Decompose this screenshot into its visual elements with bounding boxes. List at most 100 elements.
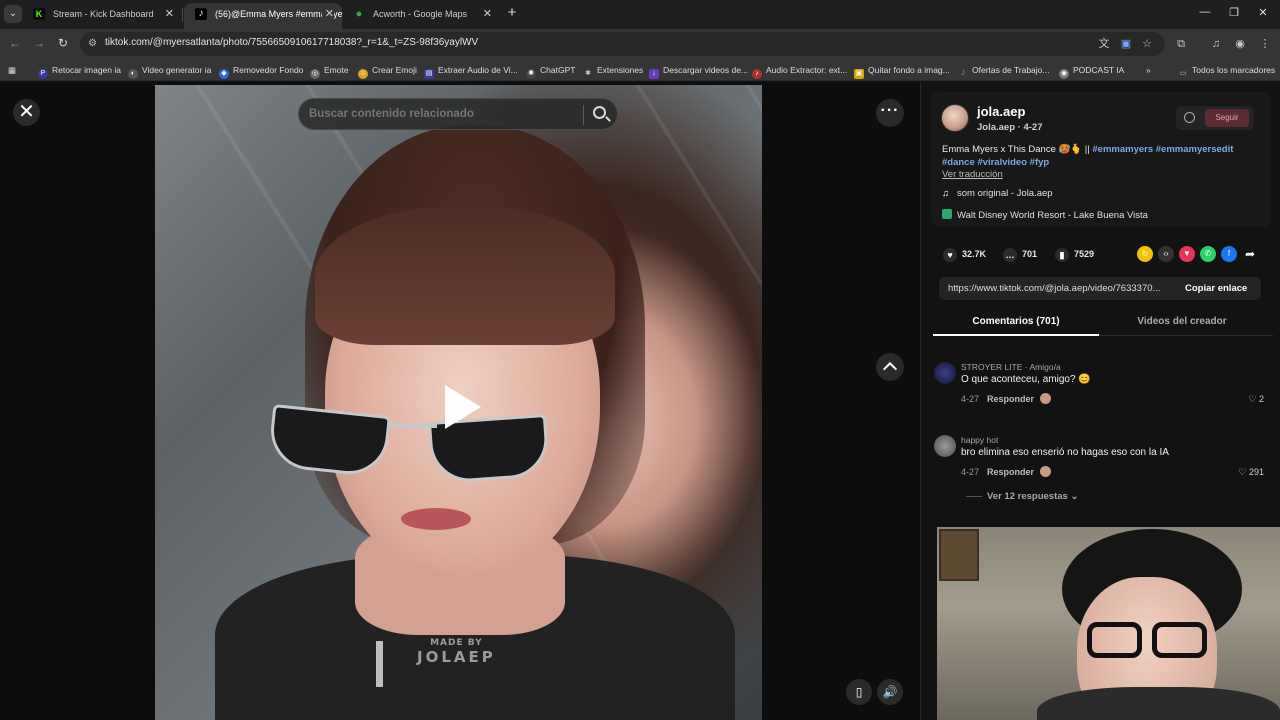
close-window-icon[interactable]: ✕ — [1255, 6, 1271, 19]
address-bar[interactable]: ⚙ tiktok.com/@myersatlanta/photo/7556650… — [80, 32, 1165, 56]
back-arrow-icon[interactable]: ← — [7, 36, 23, 50]
comment-like-button[interactable]: ♡ 291 — [1238, 467, 1264, 478]
commenter-name[interactable]: STROYER LITE · Amigo/a — [961, 362, 1061, 372]
tab-search-menu-button[interactable]: ⌄ — [4, 5, 22, 23]
bookmark-item[interactable]: J Ofertas de Trabajo... — [958, 64, 1049, 79]
see-translation-link[interactable]: Ver traducción — [942, 169, 1003, 180]
reload-icon[interactable]: ↻ — [55, 36, 71, 50]
bookmark-item[interactable]: ♪ Audio Extractor: ext... — [752, 64, 847, 79]
bookmark-item[interactable]: ▤ Extraer Audio de Vi... — [424, 64, 518, 79]
copy-link-button[interactable]: Copiar enlace — [1185, 283, 1247, 294]
bookmark-item[interactable]: P Retocar imagen ia — [38, 64, 121, 79]
bookmark-item[interactable]: ◐ Video generator ia — [128, 64, 211, 79]
commenter-avatar[interactable] — [934, 362, 956, 384]
reply-button[interactable]: Responder — [987, 467, 1034, 477]
panel-tabs: Comentarios (701) Videos del creador — [933, 310, 1273, 336]
minimize-window-icon[interactable]: — — [1197, 6, 1213, 18]
apps-grid-icon[interactable]: ▦ — [8, 64, 16, 76]
bookmark-label: Emote — [324, 65, 349, 75]
reply-button[interactable]: Responder — [987, 394, 1034, 404]
tab-creator-videos[interactable]: Videos del creador — [1099, 316, 1265, 327]
previous-post-chevron-up-icon[interactable] — [876, 353, 904, 381]
close-tab-icon[interactable]: ✕ — [483, 3, 492, 25]
bookmark-item[interactable]: ✱ Extensiones — [583, 64, 643, 79]
comment-like-button[interactable]: ♡ 2 — [1248, 394, 1264, 405]
bookmark-label: PODCAST IA — [1073, 65, 1125, 75]
profile-icon[interactable]: ◉ — [1233, 37, 1247, 51]
extensions-icon[interactable]: ⧉ — [1174, 37, 1188, 51]
search-input[interactable] — [309, 108, 574, 120]
watermark-bottom-text: JOLAEP — [417, 648, 496, 666]
sunglasses-bridge — [387, 423, 437, 428]
comment-text: O que aconteceu, amigo? 😊 — [961, 374, 1091, 385]
mini-player-icon[interactable]: ▯ — [846, 679, 872, 705]
author-subline: Jola.aep · 4-27 — [977, 122, 1043, 133]
media-control-icon[interactable]: ♫ — [1209, 37, 1223, 51]
bookmark-star-icon[interactable]: ☆ — [1140, 37, 1154, 51]
bookmark-item[interactable]: ↓ Descargar videos de... — [649, 64, 748, 79]
url-text[interactable]: tiktok.com/@myersatlanta/photo/755665091… — [105, 37, 478, 48]
search-icon[interactable] — [593, 106, 606, 119]
bookmark-item[interactable]: ◉ PODCAST IA — [1059, 64, 1124, 79]
new-tab-button[interactable]: + — [504, 4, 520, 21]
related-search-bar[interactable] — [298, 98, 618, 130]
send-icon[interactable]: ▼ — [1179, 246, 1195, 262]
bookmark-label: Video generator ia — [142, 65, 212, 75]
view-replies-button[interactable]: Ver 12 respuestas ⌄ — [966, 491, 1078, 502]
share-link-box: https://www.tiktok.com/@jola.aep/video/7… — [939, 277, 1261, 300]
tab-comments[interactable]: Comentarios (701) — [933, 316, 1099, 327]
hashtag-link[interactable]: #dance #viralvideo #fyp — [942, 157, 1049, 168]
author-username[interactable]: jola.aep — [977, 104, 1025, 119]
volume-icon[interactable]: 🔊 — [877, 679, 903, 705]
comment-stat[interactable]: … 701 — [1003, 246, 1037, 262]
bookmark-item[interactable]: ◎ Emote — [310, 64, 349, 79]
bookmark-item[interactable]: ✺ ChatGPT — [526, 64, 575, 79]
bookmark-item[interactable]: ◆ Removedor Fondo — [219, 64, 303, 79]
share-link-url[interactable]: https://www.tiktok.com/@jola.aep/video/7… — [948, 283, 1173, 294]
music-link[interactable]: ♫ som original - Jola.aep — [942, 188, 1053, 199]
browser-tab-tiktok[interactable]: ♪ (56)@Emma Myers #emmamye ✕ — [184, 3, 342, 29]
cast-icon[interactable]: ▣ — [1119, 37, 1133, 51]
author-avatar[interactable] — [941, 104, 969, 132]
watermark-bar — [376, 641, 383, 687]
post-photo[interactable]: MADE BY JOLAEP — [155, 85, 762, 720]
repost-icon[interactable]: ↻ — [1137, 246, 1153, 262]
embed-code-icon[interactable]: ‹› — [1158, 246, 1174, 262]
bookmark-favicon-icon: ◉ — [1059, 69, 1069, 79]
location-link[interactable]: Walt Disney World Resort - Lake Buena Vi… — [942, 209, 1148, 221]
share-arrow-icon[interactable]: ➦ — [1242, 246, 1258, 262]
more-bookmarks-chevron-icon[interactable]: » — [1146, 64, 1151, 76]
bookmark-icon: ▮ — [1055, 247, 1069, 262]
facebook-icon[interactable]: f — [1221, 246, 1237, 262]
bookmark-item[interactable]: ☺ Crear Emoji — [358, 64, 417, 79]
bookmark-favicon-icon: J — [961, 70, 965, 77]
play-icon[interactable] — [445, 385, 481, 429]
restore-window-icon[interactable]: ❐ — [1226, 6, 1242, 19]
compass-icon[interactable] — [1184, 112, 1195, 123]
translate-icon[interactable]: 文 — [1097, 37, 1111, 51]
close-viewer-button[interactable]: ✕ — [13, 99, 40, 126]
close-tab-icon[interactable]: ✕ — [321, 3, 334, 25]
browser-menu-icon[interactable]: ⋮ — [1258, 37, 1272, 51]
bookmark-label: Extraer Audio de Vi... — [438, 65, 518, 75]
whatsapp-icon[interactable]: ✆ — [1200, 246, 1216, 262]
commenter-avatar[interactable] — [934, 435, 956, 457]
browser-tab-kick[interactable]: K Stream - Kick Dashboard ✕ — [22, 3, 182, 29]
browser-tab-maps[interactable]: ● Acworth - Google Maps ✕ — [342, 3, 500, 29]
forward-arrow-icon[interactable]: → — [31, 36, 47, 50]
save-stat[interactable]: ▮ 7529 — [1055, 246, 1094, 262]
close-tab-icon[interactable]: ✕ — [165, 3, 174, 25]
hashtag-link[interactable]: #emmamyers #emmamyersedit — [1092, 144, 1233, 155]
comment-like-count: 2 — [1258, 394, 1264, 404]
bookmark-label: Crear Emoji — [372, 65, 417, 75]
commenter-name[interactable]: happy hot — [961, 435, 998, 445]
bookmark-item[interactable]: ▣ Quitar fondo a imag... — [854, 64, 950, 79]
music-note-icon: ♫ — [942, 188, 950, 199]
more-options-button[interactable]: ··· — [876, 99, 904, 127]
site-info-icon[interactable]: ⚙ — [88, 38, 99, 49]
follow-button[interactable]: Seguir — [1205, 109, 1249, 127]
bookmark-folder[interactable]: ▭ Todos los marcadores — [1178, 64, 1275, 79]
creator-liked-avatar — [1040, 466, 1052, 477]
like-stat[interactable]: ♥ 32.7K — [943, 246, 986, 262]
like-count: 32.7K — [962, 249, 987, 259]
